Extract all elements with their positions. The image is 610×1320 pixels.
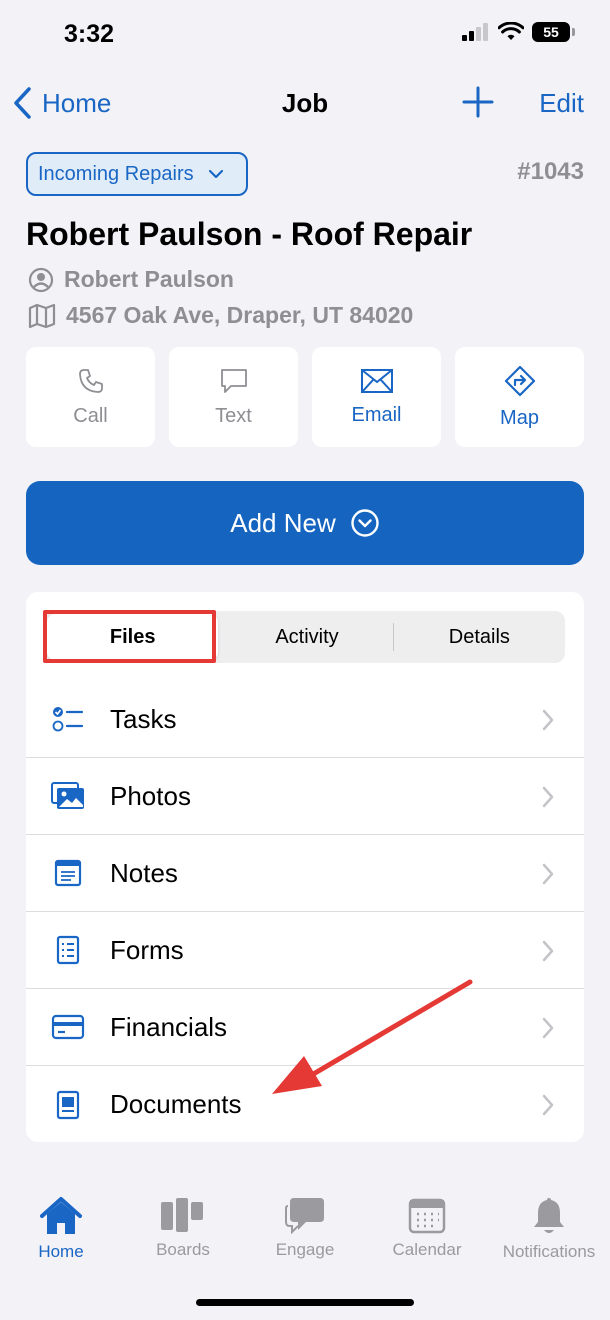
credit-card-icon bbox=[51, 1014, 85, 1040]
person-circle-icon bbox=[28, 267, 54, 292]
call-button[interactable]: Call bbox=[26, 347, 155, 447]
tab-calendar[interactable]: Calendar bbox=[366, 1196, 488, 1276]
tab-home[interactable]: Home bbox=[0, 1196, 122, 1276]
map-button[interactable]: Map bbox=[455, 347, 584, 447]
chat-icon bbox=[285, 1198, 324, 1234]
forms-label: Forms bbox=[110, 934, 184, 965]
map-label: Map bbox=[500, 406, 539, 429]
segmented-control: Files Activity Details bbox=[44, 611, 565, 663]
tab-notifications-label: Notifications bbox=[502, 1242, 596, 1261]
tab-boards[interactable]: Boards bbox=[122, 1196, 244, 1276]
tab-boards-label: Boards bbox=[156, 1240, 210, 1259]
tab-files[interactable]: Files bbox=[47, 614, 219, 660]
files-panel: Files Activity Details Tasks Photos Note… bbox=[26, 592, 584, 1142]
text-label: Text bbox=[215, 404, 252, 427]
list-item-forms[interactable]: Forms bbox=[26, 912, 584, 989]
stage-dropdown[interactable]: Incoming Repairs bbox=[26, 152, 248, 196]
list-item-documents[interactable]: Documents bbox=[26, 1066, 584, 1142]
envelope-icon bbox=[360, 368, 393, 393]
phone-icon bbox=[78, 368, 103, 393]
chevron-down-circle-icon bbox=[351, 509, 379, 537]
add-new-button[interactable]: Add New bbox=[26, 481, 584, 565]
bell-icon bbox=[534, 1198, 564, 1233]
chevron-right-icon bbox=[542, 863, 554, 885]
job-number: #1043 bbox=[517, 158, 584, 185]
list-item-photos[interactable]: Photos bbox=[26, 758, 584, 835]
list-item-notes[interactable]: Notes bbox=[26, 835, 584, 912]
tab-engage-label: Engage bbox=[275, 1240, 335, 1259]
form-icon bbox=[56, 935, 80, 965]
boards-icon bbox=[161, 1198, 203, 1232]
add-new-label: Add New bbox=[230, 507, 336, 538]
tab-activity[interactable]: Activity bbox=[221, 611, 392, 663]
notes-icon bbox=[54, 859, 82, 887]
chevron-down-icon bbox=[208, 169, 223, 179]
chevron-right-icon bbox=[542, 940, 554, 962]
financials-label: Financials bbox=[110, 1011, 228, 1042]
tab-notifications[interactable]: Notifications bbox=[488, 1196, 610, 1276]
chevron-right-icon bbox=[542, 709, 554, 731]
address-text: 4567 Oak Ave, Draper, UT 84020 bbox=[66, 302, 414, 328]
status-time: 3:32 bbox=[64, 20, 115, 48]
home-indicator bbox=[196, 1299, 414, 1306]
list-item-tasks[interactable]: Tasks bbox=[26, 681, 584, 758]
calendar-icon bbox=[408, 1198, 446, 1234]
edit-button[interactable]: Edit bbox=[539, 88, 584, 119]
notes-label: Notes bbox=[110, 857, 178, 888]
contact-name: Robert Paulson bbox=[64, 266, 234, 292]
wifi-icon bbox=[498, 22, 524, 40]
chat-bubble-icon bbox=[220, 368, 247, 393]
job-contact[interactable]: Robert Paulson bbox=[28, 266, 234, 293]
chevron-right-icon bbox=[542, 1094, 554, 1116]
call-label: Call bbox=[73, 404, 108, 427]
tab-details[interactable]: Details bbox=[394, 611, 565, 663]
add-button[interactable] bbox=[460, 84, 496, 125]
photos-icon bbox=[51, 782, 84, 809]
cellular-signal-icon bbox=[462, 23, 488, 41]
documents-label: Documents bbox=[110, 1089, 242, 1119]
photos-label: Photos bbox=[110, 780, 191, 811]
navigation-bar: Home Job Edit bbox=[0, 78, 610, 128]
chevron-right-icon bbox=[542, 786, 554, 808]
tab-bar: Home Boards Engage Calendar Notification… bbox=[0, 1196, 610, 1276]
job-title: Robert Paulson - Roof Repair bbox=[26, 216, 473, 252]
chevron-right-icon bbox=[542, 1017, 554, 1039]
checklist-icon bbox=[52, 707, 84, 732]
email-label: Email bbox=[351, 403, 402, 426]
tab-calendar-label: Calendar bbox=[392, 1240, 462, 1259]
text-button[interactable]: Text bbox=[169, 347, 298, 447]
tab-engage[interactable]: Engage bbox=[244, 1196, 366, 1276]
tasks-label: Tasks bbox=[110, 703, 177, 734]
plus-icon bbox=[462, 86, 494, 118]
status-bar: 3:32 55 bbox=[0, 0, 610, 70]
home-icon bbox=[40, 1197, 82, 1234]
stage-label: Incoming Repairs bbox=[38, 162, 194, 185]
directions-icon bbox=[504, 365, 535, 396]
page-title: Job bbox=[281, 88, 329, 118]
tab-home-label: Home bbox=[38, 1242, 84, 1261]
map-icon bbox=[28, 303, 56, 328]
email-button[interactable]: Email bbox=[312, 347, 441, 447]
contact-actions: Call Text Email Map bbox=[26, 347, 584, 447]
list-item-financials[interactable]: Financials bbox=[26, 989, 584, 1066]
battery-icon: 55 bbox=[532, 22, 575, 42]
status-icons: 55 bbox=[462, 22, 575, 42]
job-address[interactable]: 4567 Oak Ave, Draper, UT 84020 bbox=[28, 302, 413, 329]
files-list: Tasks Photos Notes Forms Financials Docu… bbox=[26, 681, 584, 1142]
document-icon bbox=[56, 1090, 80, 1119]
